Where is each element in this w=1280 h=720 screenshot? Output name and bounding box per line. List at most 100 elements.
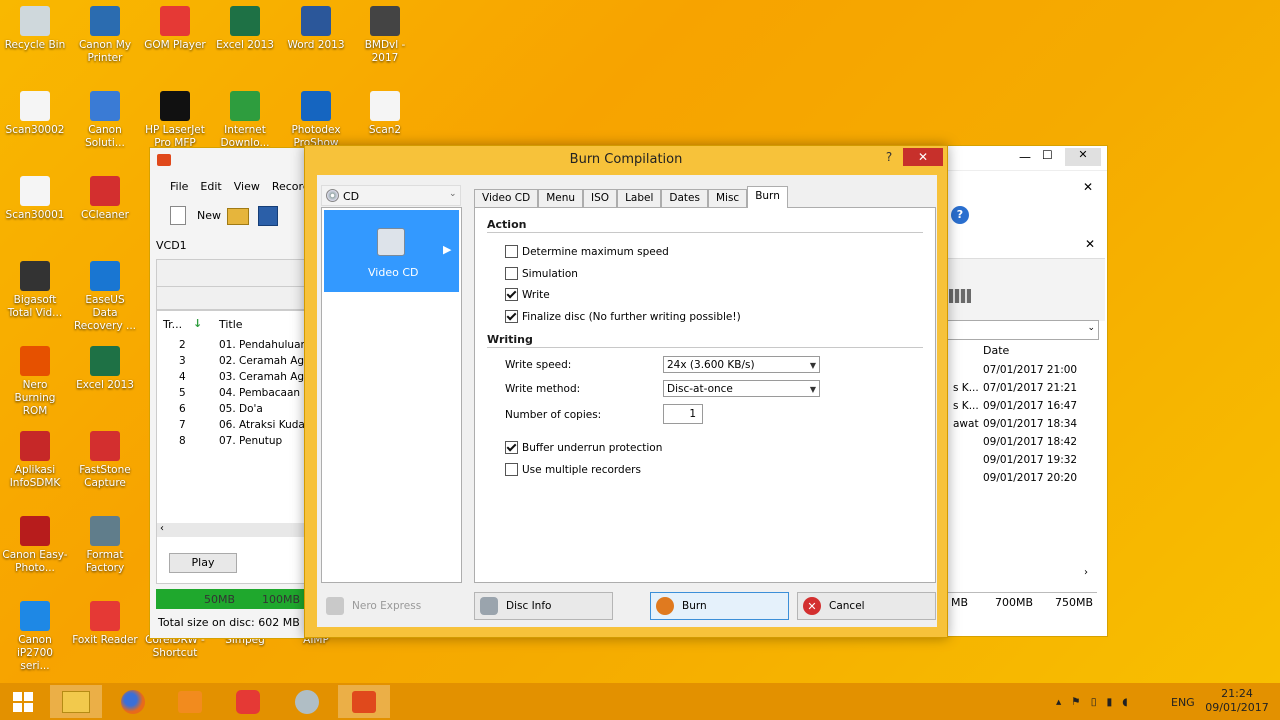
track-number[interactable]: 3 [179, 355, 186, 367]
new-document-icon[interactable] [170, 206, 186, 225]
help-button[interactable]: ? [879, 148, 899, 166]
flag-icon[interactable]: ⚑ [1071, 696, 1080, 708]
close-icon[interactable]: ✕ [1085, 237, 1095, 251]
checkbox[interactable] [505, 441, 518, 454]
tab-misc[interactable]: Misc [707, 189, 748, 207]
taskbar-file-explorer[interactable] [50, 685, 102, 718]
checkbox[interactable] [505, 288, 518, 301]
title-column-header[interactable]: Title [219, 318, 243, 331]
desktop-icon[interactable]: Excel 2013 [72, 346, 138, 392]
checkbox[interactable] [505, 310, 518, 323]
desktop-icon[interactable]: Canon My Printer [72, 6, 138, 65]
open-folder-icon[interactable] [227, 208, 249, 225]
play-button[interactable]: Play [169, 553, 237, 573]
nero-express-button[interactable]: Nero Express [321, 592, 460, 620]
track-title[interactable]: 01. Pendahuluan [219, 339, 307, 351]
menu-view[interactable]: View [234, 180, 260, 193]
clock[interactable]: 21:24 09/01/2017 [1205, 687, 1269, 715]
scroll-right-icon[interactable]: › [1084, 567, 1088, 578]
menu-edit[interactable]: Edit [200, 180, 221, 193]
desktop-icon[interactable]: Scan30001 [2, 176, 68, 222]
track-title[interactable]: 03. Ceramah Aga [219, 371, 307, 383]
burn-button[interactable]: Burn [650, 592, 789, 620]
disc-type-dropdown[interactable]: CD ⌄ [321, 185, 461, 206]
file-date[interactable]: 07/01/2017 21:21 [983, 382, 1077, 394]
taskbar-media-player[interactable] [164, 685, 216, 718]
desktop-icon[interactable]: Photodex ProShow [283, 91, 349, 150]
file-date[interactable]: 09/01/2017 19:32 [983, 454, 1077, 466]
close-icon[interactable]: ✕ [1065, 148, 1101, 166]
cancel-button[interactable]: ✕ Cancel [797, 592, 936, 620]
taskbar-firefox[interactable] [107, 685, 159, 718]
file-date[interactable]: 09/01/2017 18:42 [983, 436, 1077, 448]
network-icon[interactable]: ▮ [1106, 696, 1112, 708]
device-icon[interactable]: ▯ [1091, 696, 1097, 708]
file-date[interactable]: 07/01/2017 21:00 [983, 364, 1077, 376]
date-column-header[interactable]: Date [983, 344, 1009, 357]
minimize-icon[interactable]: — [1019, 150, 1031, 164]
checkbox[interactable] [505, 245, 518, 258]
desktop-icon[interactable]: Recycle Bin [2, 6, 68, 52]
file-date[interactable]: 09/01/2017 18:34 [983, 418, 1077, 430]
new-button[interactable]: New [197, 209, 221, 222]
desktop-icon[interactable]: FastStone Capture [72, 431, 138, 490]
volume-icon[interactable]: ◖ [1122, 696, 1128, 708]
close-button[interactable]: ✕ [903, 148, 943, 166]
tab-video-cd[interactable]: Video CD [474, 189, 539, 207]
start-button[interactable] [0, 685, 46, 718]
desktop-icon[interactable]: Bigasoft Total Vid... [2, 261, 68, 320]
desktop-icon[interactable]: EaseUS Data Recovery ... [72, 261, 138, 333]
disc-info-button[interactable]: Disc Info [474, 592, 613, 620]
track-number[interactable]: 7 [179, 419, 186, 431]
track-number[interactable]: 4 [179, 371, 186, 383]
maximize-icon[interactable]: ☐ [1042, 148, 1053, 162]
desktop-icon[interactable]: Format Factory [72, 516, 138, 575]
checkbox[interactable] [505, 463, 518, 476]
desktop-icon[interactable]: Aplikasi InfoSDMK [2, 431, 68, 490]
track-title[interactable]: 06. Atraksi Kuda [219, 419, 307, 431]
taskbar-gom-player[interactable] [222, 685, 274, 718]
grid-icon[interactable] [949, 289, 971, 303]
tab-menu[interactable]: Menu [538, 189, 584, 207]
file-date[interactable]: 09/01/2017 20:20 [983, 472, 1077, 484]
desktop-icon[interactable]: Foxit Reader [72, 601, 138, 647]
desktop-icon[interactable]: Scan30002 [2, 91, 68, 137]
checkbox-row[interactable]: Write [505, 288, 550, 301]
write-speed-select[interactable]: 24x (3.600 KB/s) ▼ [663, 356, 820, 373]
tab-iso[interactable]: ISO [583, 189, 618, 207]
desktop-icon[interactable]: Excel 2013 [212, 6, 278, 52]
track-number[interactable]: 2 [179, 339, 186, 351]
checkbox-row[interactable]: Determine maximum speed [505, 245, 669, 258]
write-method-select[interactable]: Disc-at-once ▼ [663, 380, 820, 397]
path-dropdown[interactable]: ⌄ [947, 320, 1099, 340]
menu-file[interactable]: File [170, 180, 188, 193]
tab-label[interactable]: Label [617, 189, 662, 207]
track-title[interactable]: 02. Ceramah Aga [219, 355, 307, 367]
file-name[interactable]: s K... [953, 382, 979, 394]
desktop-icon[interactable]: Canon iP2700 seri... [2, 601, 68, 673]
taskbar-app[interactable] [281, 685, 333, 718]
show-hidden-icons[interactable]: ▴ [1056, 696, 1061, 708]
desktop-icon[interactable]: GOM Player [142, 6, 208, 52]
desktop-icon[interactable]: BMDvl - 2017 [352, 6, 418, 65]
desktop-icon[interactable]: Word 2013 [283, 6, 349, 52]
checkbox-row[interactable]: Finalize disc (No further writing possib… [505, 310, 741, 323]
desktop-icon[interactable]: CCleaner [72, 176, 138, 222]
desktop-icon[interactable]: Internet Downlo... [212, 91, 278, 150]
taskbar-nero[interactable] [338, 685, 390, 718]
tab-burn[interactable]: Burn [747, 186, 788, 208]
track-number[interactable]: 5 [179, 387, 186, 399]
file-name[interactable]: s K... [953, 400, 979, 412]
desktop-icon[interactable]: Nero Burning ROM [2, 346, 68, 418]
track-column-header[interactable]: Tr... [163, 318, 182, 331]
file-name[interactable]: awat [953, 418, 979, 430]
help-icon[interactable]: ? [951, 206, 969, 224]
checkbox-row[interactable]: Simulation [505, 267, 578, 280]
checkbox-row[interactable]: Use multiple recorders [505, 463, 641, 476]
checkbox-row[interactable]: Buffer underrun protection [505, 441, 662, 454]
tab-dates[interactable]: Dates [661, 189, 708, 207]
desktop-icon[interactable]: Canon Soluti... [72, 91, 138, 150]
horizontal-scrollbar[interactable]: ‹ [157, 523, 307, 537]
file-date[interactable]: 09/01/2017 16:47 [983, 400, 1077, 412]
track-title[interactable]: 04. Pembacaan S [219, 387, 307, 399]
